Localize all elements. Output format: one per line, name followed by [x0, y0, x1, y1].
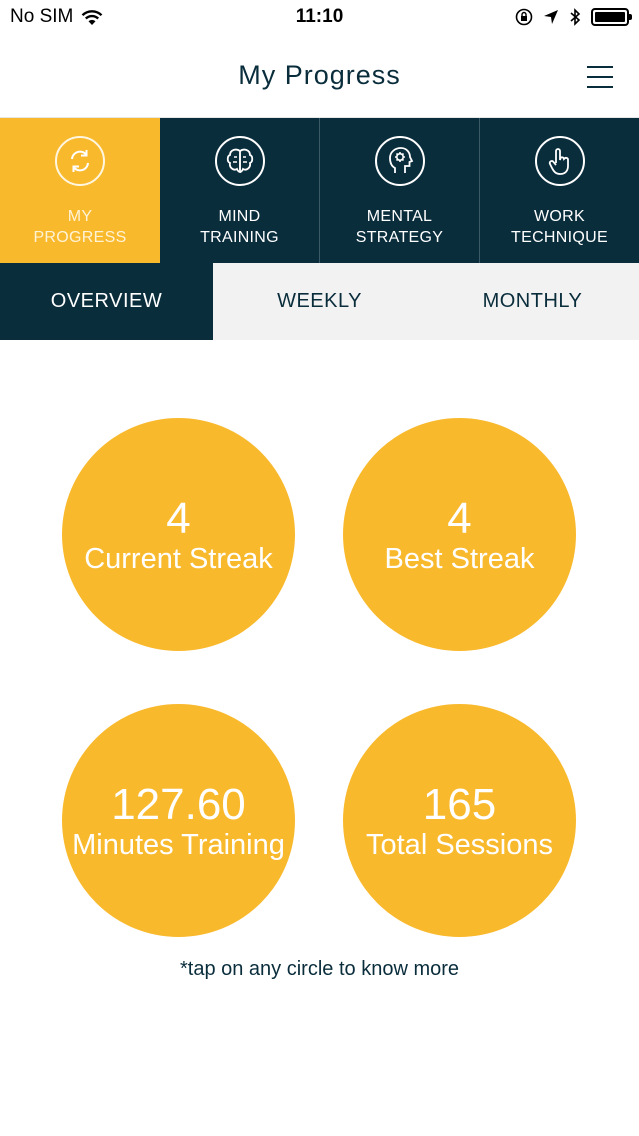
tab-my-progress[interactable]: MY PROGRESS [0, 118, 160, 263]
minutes-training-circle[interactable]: 127.60 Minutes Training [62, 704, 295, 937]
stat-value: 165 [422, 780, 497, 829]
stat-label: Current Streak [84, 543, 273, 575]
page-title: My Progress [238, 60, 401, 90]
brain-icon [214, 136, 265, 186]
hamburger-icon-bar [587, 86, 613, 88]
hamburger-icon-bar [587, 76, 613, 78]
status-bar: No SIM 11:10 [0, 0, 639, 34]
battery-level [595, 12, 625, 22]
tab-label: WORK TECHNIQUE [511, 208, 608, 246]
tab-mental-strategy[interactable]: MENTAL STRATEGY [320, 118, 480, 263]
total-sessions-circle[interactable]: 165 Total Sessions [343, 704, 576, 937]
tab-work-technique[interactable]: WORK TECHNIQUE [480, 118, 639, 263]
tab-overview[interactable]: OVERVIEW [0, 263, 213, 340]
hand-pointer-icon [534, 136, 585, 186]
stat-label: Total Sessions [366, 829, 553, 861]
tab-label: MENTAL STRATEGY [355, 208, 444, 246]
orientation-lock-icon [515, 8, 533, 26]
head-gear-icon [374, 136, 425, 186]
tab-monthly[interactable]: MONTHLY [426, 263, 639, 340]
stat-value: 4 [166, 494, 191, 543]
status-right [515, 8, 632, 26]
tab-weekly[interactable]: WEEKLY [213, 263, 426, 340]
refresh-icon [55, 136, 105, 186]
wifi-icon [82, 9, 103, 25]
hamburger-icon [587, 66, 613, 68]
location-icon [544, 10, 558, 24]
period-tabs: OVERVIEW WEEKLY MONTHLY [0, 263, 639, 340]
stat-label: Minutes Training [72, 829, 285, 861]
tab-label: MIND TRAINING [200, 208, 279, 246]
stat-label: Best Streak [384, 543, 535, 575]
status-left: No SIM [10, 6, 103, 28]
header: My Progress [0, 34, 639, 118]
best-streak-circle[interactable]: 4 Best Streak [343, 418, 576, 651]
menu-button[interactable] [587, 66, 613, 88]
hint-text: *tap on any circle to know more [179, 958, 460, 980]
stat-value: 4 [447, 494, 472, 543]
current-streak-circle[interactable]: 4 Current Streak [62, 418, 295, 651]
tab-label: MY PROGRESS [33, 208, 127, 246]
category-tabs: MY PROGRESS MIND TRAINING MENTAL STRATEG… [0, 118, 639, 263]
stat-value: 127.60 [111, 780, 246, 829]
tab-mind-training[interactable]: MIND TRAINING [160, 118, 320, 263]
carrier-label: No SIM [10, 6, 74, 27]
bluetooth-icon [570, 8, 581, 26]
battery-icon [591, 8, 632, 26]
